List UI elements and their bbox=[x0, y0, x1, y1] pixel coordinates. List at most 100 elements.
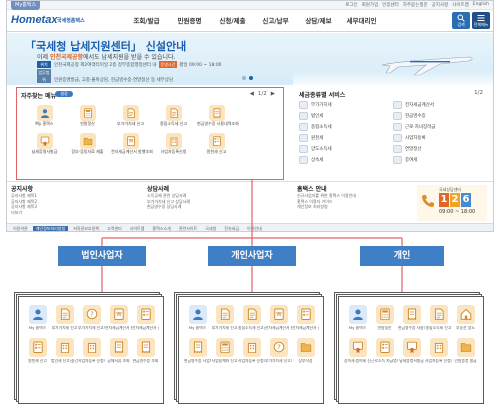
service-menu-item[interactable]: My 홈택스 bbox=[344, 305, 371, 330]
building-icon bbox=[60, 343, 69, 354]
service-menu-item[interactable]: 부동산 양도 bbox=[452, 305, 479, 330]
service-menu-item[interactable]: 부가가치세 신고 bbox=[51, 305, 78, 330]
calculator-icon bbox=[219, 341, 230, 354]
svg-text:₩: ₩ bbox=[116, 312, 122, 318]
service-menu-item[interactable]: My 홈택스 bbox=[184, 305, 211, 330]
document-icon bbox=[60, 308, 70, 320]
service-icon-box bbox=[375, 338, 394, 358]
individual-panel: My 홈택스 연말정산 현금영수증 사용내역조회종합소득세 신고 부동산 양도상속세·… bbox=[338, 296, 484, 404]
receipt-icon bbox=[141, 341, 150, 354]
document-icon bbox=[247, 308, 257, 320]
service-menu-item[interactable]: ? 부가가치세 신고도움 bbox=[265, 338, 292, 363]
individual-business-panel: My 홈택스 부가가치세 신고종합소득세 신고(간편) ₩ 전자세금계산서 발행조회전… bbox=[178, 296, 324, 404]
individual-menu-grid: My 홈택스 연말정산 현금영수증 사용내역조회종합소득세 신고 부동산 양도상속세·… bbox=[344, 305, 479, 364]
service-menu-item[interactable]: 부가가치세 신고 bbox=[211, 305, 238, 330]
service-menu-item[interactable]: 사업자등록 신청조회 bbox=[238, 338, 265, 363]
form-icon bbox=[379, 341, 390, 354]
calculator-icon bbox=[379, 308, 390, 320]
service-label: 장부작성 bbox=[298, 359, 313, 364]
service-icon-box bbox=[136, 338, 155, 358]
service-icon-box bbox=[348, 305, 367, 324]
service-icon-box bbox=[296, 305, 315, 324]
service-label: My 홈택스 bbox=[188, 326, 207, 330]
service-label: 민원증명 발급 bbox=[454, 359, 477, 364]
service-label: 전자세금계산서 발행조회 bbox=[265, 326, 292, 330]
service-menu-item[interactable]: ? 부가가치세 신고도움서비스 bbox=[78, 305, 105, 330]
service-menu-item[interactable]: 근로소득 지급명세서 bbox=[371, 338, 398, 363]
service-menu-item[interactable]: 현금영수증 사업자조회 bbox=[184, 338, 211, 363]
help-icon: ? bbox=[273, 342, 284, 353]
service-menu-item[interactable]: 종합소득세 신고 bbox=[425, 305, 452, 330]
person-icon bbox=[32, 309, 43, 320]
service-menu-item[interactable]: 납세증명서발급 bbox=[398, 338, 425, 363]
person-icon bbox=[352, 309, 363, 320]
service-menu-item[interactable]: 민원증명 발급 bbox=[452, 338, 479, 363]
service-icon-box bbox=[188, 338, 207, 358]
tab-individual[interactable]: 개인 bbox=[360, 246, 444, 266]
service-icon-box bbox=[28, 338, 47, 358]
tab-individual-business[interactable]: 개인사업자 bbox=[208, 246, 296, 266]
service-menu-item[interactable]: 전자세금계산서 건별발급 bbox=[132, 305, 159, 330]
service-menu-item[interactable]: 공제서류 조회 bbox=[105, 338, 132, 363]
service-label: 종합소득세 신고(간편) bbox=[238, 326, 265, 330]
service-icon-box bbox=[242, 338, 261, 358]
service-label: 부가가치세 신고 bbox=[51, 326, 78, 330]
service-icon-box bbox=[429, 338, 448, 358]
document-icon bbox=[220, 308, 230, 320]
service-icon-box bbox=[456, 338, 475, 358]
service-menu-item[interactable]: 상속세·증여세 신고 bbox=[344, 338, 371, 363]
service-menu-item[interactable]: 현금영수증 조회 bbox=[132, 338, 159, 363]
service-icon-box bbox=[402, 305, 421, 324]
folder-icon bbox=[300, 343, 311, 353]
service-label: 상속세·증여세 신고 bbox=[344, 359, 371, 364]
service-icon-box bbox=[375, 305, 394, 324]
service-menu-item[interactable]: 법인세 신고(중간예납) bbox=[51, 338, 78, 363]
service-icon-box bbox=[136, 305, 155, 324]
document-icon bbox=[434, 308, 444, 320]
service-icon-box bbox=[215, 305, 234, 324]
home-icon bbox=[460, 308, 471, 320]
service-label: 원천세 신고 bbox=[28, 359, 47, 364]
building-icon bbox=[434, 343, 443, 354]
service-label: 종합소득세 신고 bbox=[425, 326, 452, 330]
service-menu-item[interactable]: 사업자등록 신청조회 bbox=[425, 338, 452, 363]
service-icon-box bbox=[215, 338, 234, 358]
receipt-icon bbox=[407, 308, 416, 320]
certificate-icon bbox=[406, 342, 417, 354]
form-icon bbox=[32, 341, 43, 354]
service-label: 사업용계좌 신고 bbox=[211, 359, 238, 364]
service-menu-item[interactable]: 전자세금계산서 건별발급 bbox=[292, 305, 319, 330]
service-label: 부가가치세 신고도움 bbox=[265, 359, 292, 364]
service-label: 연말정산 bbox=[377, 326, 392, 330]
service-menu-item[interactable]: 사업용계좌 신고 bbox=[211, 338, 238, 363]
service-menu-item[interactable]: ₩ 전자세금계산서 발행조회 bbox=[105, 305, 132, 330]
service-menu-item[interactable]: 사업자등록 신청조회 bbox=[78, 338, 105, 363]
service-label: 사업자등록 신청조회 bbox=[78, 359, 105, 364]
service-label: 근로소득 지급명세서 bbox=[371, 359, 398, 364]
service-label: 공제서류 조회 bbox=[107, 359, 130, 364]
service-icon-box bbox=[188, 305, 207, 324]
service-menu-item[interactable]: 연말정산 bbox=[371, 305, 398, 330]
service-menu-item[interactable]: ₩ 전자세금계산서 발행조회 bbox=[265, 305, 292, 330]
invoice-icon: ₩ bbox=[273, 308, 284, 320]
individual-business-menu-grid: My 홈택스 부가가치세 신고종합소득세 신고(간편) ₩ 전자세금계산서 발행조회전… bbox=[184, 305, 319, 364]
service-label: 전자세금계산서 발행조회 bbox=[105, 326, 132, 330]
help-icon: ? bbox=[86, 308, 97, 320]
svg-text:?: ? bbox=[90, 310, 94, 318]
service-menu-item[interactable]: 종합소득세 신고(간편) bbox=[238, 305, 265, 330]
service-menu-item[interactable]: 원천세 신고 bbox=[24, 338, 51, 363]
building-icon bbox=[87, 343, 96, 354]
service-menu-item[interactable]: My 홈택스 bbox=[24, 305, 51, 330]
tab-corporate-business[interactable]: 법인사업자 bbox=[58, 246, 146, 266]
service-menu-item[interactable]: 장부작성 bbox=[292, 338, 319, 363]
service-menu-item[interactable]: 현금영수증 사용내역조회 bbox=[398, 305, 425, 330]
service-icon-box bbox=[296, 338, 315, 358]
service-icon-box bbox=[348, 338, 367, 358]
service-label: 부동산 양도 bbox=[456, 326, 475, 330]
corporate-panel-stack: My 홈택스 부가가치세 신고? 부가가치세 신고도움서비스 ₩ 전자세금계산서 발행조… bbox=[14, 292, 168, 408]
service-icon-box bbox=[242, 305, 261, 324]
service-icon-box bbox=[456, 305, 475, 324]
service-label: 사업자등록 신청조회 bbox=[238, 359, 265, 364]
service-label: 부가가치세 신고도움서비스 bbox=[78, 326, 105, 330]
service-icon-box bbox=[55, 338, 74, 358]
